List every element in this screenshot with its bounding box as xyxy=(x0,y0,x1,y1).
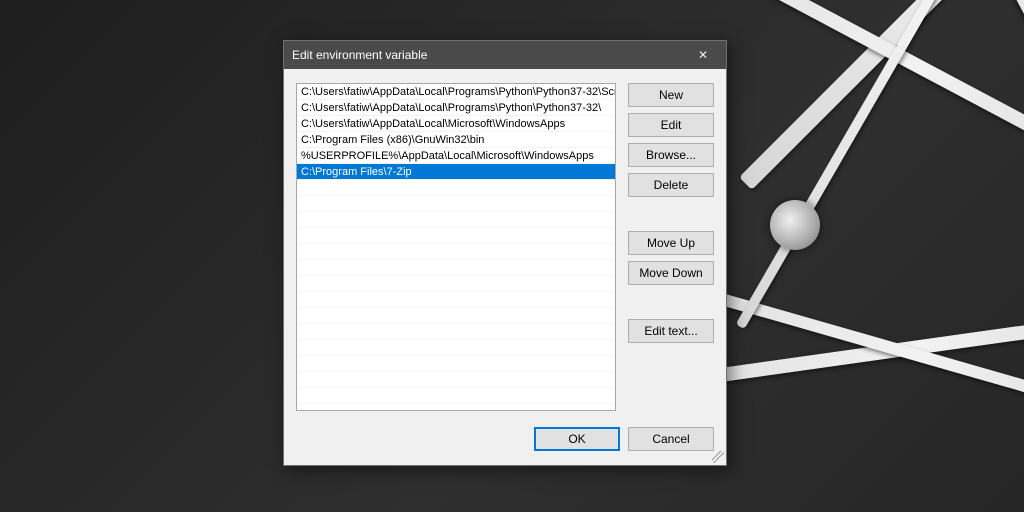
move-up-button[interactable]: Move Up xyxy=(628,231,714,255)
path-row-empty xyxy=(297,276,615,292)
path-row-empty xyxy=(297,180,615,196)
browse-button[interactable]: Browse... xyxy=(628,143,714,167)
path-row-empty xyxy=(297,356,615,372)
path-row-empty xyxy=(297,292,615,308)
resize-grip[interactable] xyxy=(712,451,724,463)
edit-text-button[interactable]: Edit text... xyxy=(628,319,714,343)
path-row-empty xyxy=(297,340,615,356)
path-row[interactable]: C:\Users\fatiw\AppData\Local\Programs\Py… xyxy=(297,84,615,100)
dialog-title: Edit environment variable xyxy=(292,48,688,62)
close-button[interactable]: ✕ xyxy=(688,44,718,66)
path-row-empty xyxy=(297,388,615,404)
dialog-content: C:\Users\fatiw\AppData\Local\Programs\Py… xyxy=(284,69,726,421)
cancel-button[interactable]: Cancel xyxy=(628,427,714,451)
path-row-empty xyxy=(297,212,615,228)
move-down-button[interactable]: Move Down xyxy=(628,261,714,285)
path-row-empty xyxy=(297,308,615,324)
path-row-empty xyxy=(297,244,615,260)
path-row[interactable]: C:\Program Files (x86)\GnuWin32\bin xyxy=(297,132,615,148)
path-listbox[interactable]: C:\Users\fatiw\AppData\Local\Programs\Py… xyxy=(296,83,616,411)
path-row-empty xyxy=(297,228,615,244)
path-row-empty xyxy=(297,324,615,340)
edit-env-var-dialog: Edit environment variable ✕ C:\Users\fat… xyxy=(283,40,727,466)
path-row-empty xyxy=(297,196,615,212)
path-row[interactable]: C:\Users\fatiw\AppData\Local\Microsoft\W… xyxy=(297,116,615,132)
delete-button[interactable]: Delete xyxy=(628,173,714,197)
ok-button[interactable]: OK xyxy=(534,427,620,451)
path-row[interactable]: C:\Program Files\7-Zip xyxy=(297,164,615,180)
dialog-footer: OK Cancel xyxy=(284,421,726,465)
new-button[interactable]: New xyxy=(628,83,714,107)
path-row-empty xyxy=(297,372,615,388)
side-buttons: New Edit Browse... Delete Move Up Move D… xyxy=(628,83,714,411)
edit-button[interactable]: Edit xyxy=(628,113,714,137)
path-row-empty xyxy=(297,260,615,276)
titlebar[interactable]: Edit environment variable ✕ xyxy=(284,41,726,69)
path-row[interactable]: %USERPROFILE%\AppData\Local\Microsoft\Wi… xyxy=(297,148,615,164)
path-row[interactable]: C:\Users\fatiw\AppData\Local\Programs\Py… xyxy=(297,100,615,116)
